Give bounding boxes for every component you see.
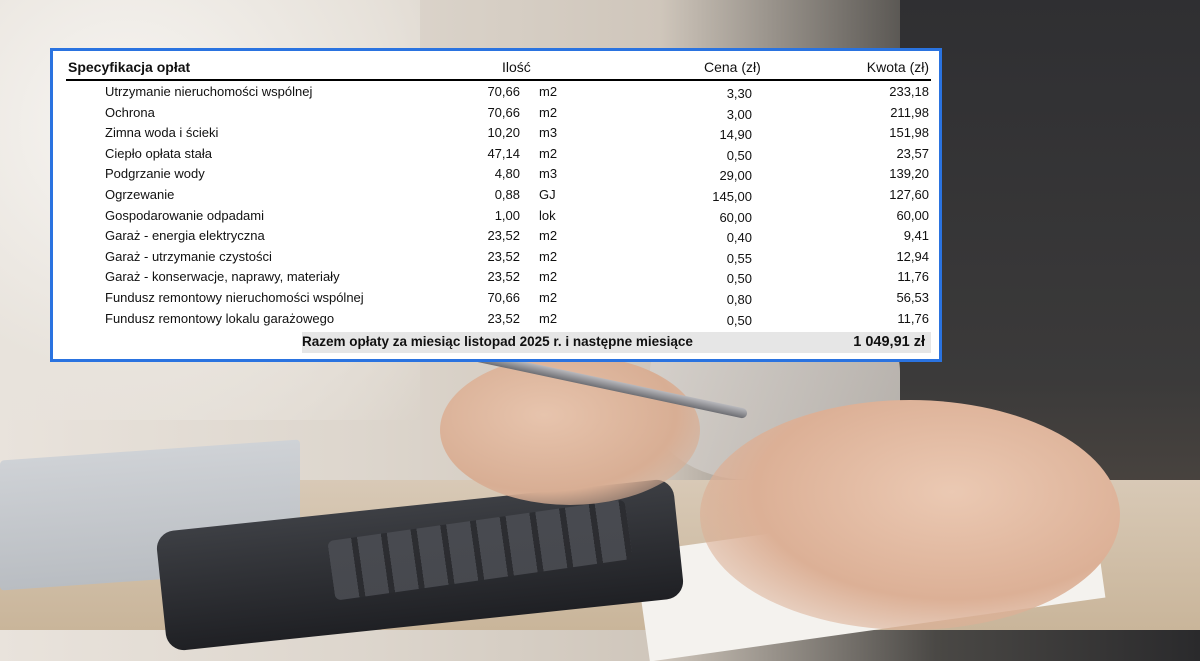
- row-quantity: 10,20: [487, 125, 520, 141]
- row-quantity: 23,52: [487, 310, 520, 326]
- table-row: Ochrona 70,66 m2 3,00 211,98: [66, 105, 931, 126]
- row-amount: 211,98: [890, 104, 929, 120]
- row-amount: 151,98: [889, 125, 929, 141]
- row-quantity: 23,52: [487, 228, 520, 244]
- row-name: Garaż - energia elektryczna: [105, 228, 265, 244]
- row-name: Zimna woda i ścieki: [105, 125, 219, 141]
- row-price: 145,00: [712, 188, 752, 204]
- row-price: 0,80: [726, 291, 752, 307]
- row-quantity: 0,88: [494, 186, 520, 202]
- row-price: 14,90: [719, 127, 752, 143]
- row-name: Gospodarowanie odpadami: [105, 207, 264, 223]
- row-unit: m2: [539, 289, 558, 305]
- row-quantity: 4,80: [494, 166, 520, 182]
- row-amount: 9,41: [903, 228, 929, 244]
- row-amount: 139,20: [889, 166, 929, 182]
- row-unit: m3: [539, 166, 558, 182]
- table-header: Specyfikacja opłat Ilość Cena (zł) Kwota…: [66, 59, 931, 81]
- row-unit: GJ: [539, 186, 556, 202]
- row-name: Garaż - konserwacje, naprawy, materiały: [105, 269, 340, 285]
- table-row: Garaż - utrzymanie czystości 23,52 m2 0,…: [66, 249, 931, 270]
- row-unit: m3: [539, 125, 558, 141]
- row-price: 60,00: [719, 209, 752, 225]
- row-unit: m2: [539, 310, 558, 326]
- row-amount: 56,53: [896, 289, 929, 305]
- row-unit: m2: [539, 84, 558, 99]
- column-quantity: Ilość: [502, 59, 531, 75]
- row-unit: m2: [539, 145, 558, 161]
- row-amount: 12,94: [896, 248, 929, 264]
- row-quantity: 23,52: [487, 269, 520, 285]
- row-amount: 11,76: [897, 310, 929, 326]
- table-row: Garaż - energia elektryczna 23,52 m2 0,4…: [66, 228, 931, 249]
- row-price: 3,30: [726, 86, 752, 101]
- row-name: Podgrzanie wody: [105, 166, 205, 182]
- row-price: 0,50: [726, 271, 752, 287]
- row-price: 0,40: [726, 230, 752, 246]
- right-hand: [700, 400, 1120, 630]
- table-row: Ogrzewanie 0,88 GJ 145,00 127,60: [66, 187, 931, 208]
- table-row: Fundusz remontowy lokalu garażowego 23,5…: [66, 311, 931, 332]
- table-row: Ciepło opłata stała 47,14 m2 0,50 23,57: [66, 146, 931, 167]
- row-name: Fundusz remontowy lokalu garażowego: [105, 310, 335, 326]
- row-price: 0,50: [726, 312, 752, 328]
- table-row: Podgrzanie wody 4,80 m3 29,00 139,20: [66, 166, 931, 187]
- row-price: 29,00: [719, 168, 752, 184]
- row-name: Ogrzewanie: [105, 186, 175, 202]
- row-name: Ciepło opłata stała: [105, 145, 212, 161]
- row-price: 0,50: [726, 147, 752, 163]
- row-quantity: 70,66: [487, 104, 520, 120]
- row-amount: 127,60: [889, 186, 929, 202]
- row-price: 3,00: [726, 106, 752, 122]
- fee-rows: Utrzymanie nieruchomości wspólnej 70,66 …: [66, 84, 931, 331]
- row-amount: 11,76: [897, 269, 929, 285]
- row-unit: m2: [539, 269, 558, 285]
- row-unit: m2: [539, 104, 558, 120]
- column-price: Cena (zł): [704, 59, 761, 75]
- table-row: Fundusz remontowy nieruchomości wspólnej…: [66, 290, 931, 311]
- row-quantity: 1,00: [494, 207, 520, 223]
- table-row: Garaż - konserwacje, naprawy, materiały …: [66, 269, 931, 290]
- row-unit: m2: [539, 228, 558, 244]
- table-row: Zimna woda i ścieki 10,20 m3 14,90 151,9…: [66, 125, 931, 146]
- row-name: Garaż - utrzymanie czystości: [105, 248, 272, 264]
- row-amount: 233,18: [889, 84, 929, 99]
- row-quantity: 70,66: [487, 84, 520, 99]
- table-row: Gospodarowanie odpadami 1,00 lok 60,00 6…: [66, 208, 931, 229]
- spec-title: Specyfikacja opłat: [68, 59, 191, 75]
- row-name: Ochrona: [105, 104, 155, 120]
- row-amount: 60,00: [896, 207, 929, 223]
- row-price: 0,55: [726, 250, 752, 266]
- total-label: Razem opłaty za miesiąc listopad 2025 r.…: [302, 334, 693, 349]
- row-quantity: 70,66: [487, 289, 520, 305]
- row-unit: m2: [539, 248, 558, 264]
- total-row: Razem opłaty za miesiąc listopad 2025 r.…: [302, 332, 931, 353]
- row-quantity: 47,14: [487, 145, 520, 161]
- total-value: 1 049,91 zł: [853, 334, 925, 350]
- table-row: Utrzymanie nieruchomości wspólnej 70,66 …: [66, 84, 931, 105]
- row-amount: 23,57: [896, 145, 929, 161]
- fee-specification-panel: Specyfikacja opłat Ilość Cena (zł) Kwota…: [50, 48, 942, 362]
- column-amount: Kwota (zł): [866, 59, 929, 75]
- row-name: Fundusz remontowy nieruchomości wspólnej: [105, 289, 364, 305]
- row-quantity: 23,52: [487, 248, 520, 264]
- row-unit: lok: [539, 207, 556, 223]
- row-name: Utrzymanie nieruchomości wspólnej: [105, 84, 313, 99]
